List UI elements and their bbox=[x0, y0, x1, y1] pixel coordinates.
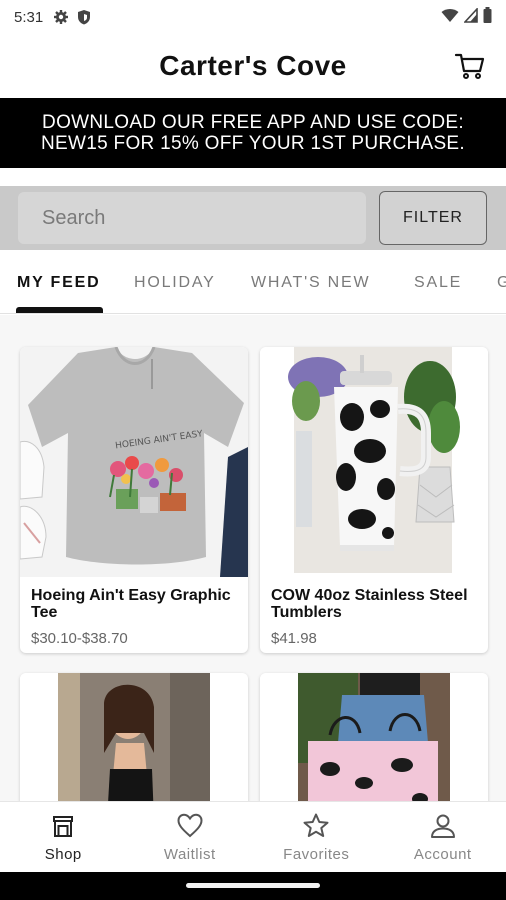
system-navigation-bar bbox=[0, 872, 506, 900]
heart-icon bbox=[176, 812, 204, 840]
product-name: Hoeing Ain't Easy Graphic Tee bbox=[31, 587, 231, 621]
category-tabs: MY FEED HOLIDAY WHAT'S NEW SALE G bbox=[0, 256, 506, 314]
tab-holiday[interactable]: HOLIDAY bbox=[134, 274, 216, 292]
product-grid: HOEING AIN'T EASY Hoeing Ain't Easy Grap… bbox=[0, 315, 506, 801]
product-card[interactable]: COW 40oz Stainless Steel Tumblers $41.98 bbox=[260, 347, 488, 653]
nav-account[interactable]: Account bbox=[380, 802, 506, 872]
filter-button[interactable]: FILTER bbox=[379, 191, 487, 245]
gear-icon bbox=[53, 9, 69, 25]
product-card[interactable] bbox=[20, 673, 248, 801]
product-price: $30.10-$38.70 bbox=[31, 630, 128, 647]
search-input[interactable]: Search bbox=[18, 192, 366, 244]
nav-shop[interactable]: Shop bbox=[0, 802, 127, 872]
promo-line-1: DOWNLOAD OUR FREE APP AND USE CODE: bbox=[42, 112, 464, 133]
shield-icon bbox=[77, 9, 91, 25]
product-card[interactable]: HOEING AIN'T EASY Hoeing Ain't Easy Grap… bbox=[20, 347, 248, 653]
search-bar: Search FILTER bbox=[0, 186, 506, 250]
nav-label: Account bbox=[413, 846, 472, 863]
promo-banner[interactable]: DOWNLOAD OUR FREE APP AND USE CODE: NEW1… bbox=[0, 98, 506, 168]
store-title: Carter's Cove bbox=[159, 50, 347, 81]
nav-label: Waitlist bbox=[163, 846, 216, 863]
star-icon bbox=[302, 812, 330, 840]
active-tab-indicator bbox=[16, 307, 103, 313]
signal-icon bbox=[463, 6, 478, 27]
product-image-model bbox=[20, 673, 248, 801]
tab-whats-new[interactable]: WHAT'S NEW bbox=[251, 274, 370, 292]
bottom-navigation: Shop Waitlist Favorites Account bbox=[0, 801, 506, 872]
product-image-tee: HOEING AIN'T EASY bbox=[20, 347, 248, 577]
wifi-icon bbox=[441, 8, 459, 27]
product-card[interactable] bbox=[260, 673, 488, 801]
nav-label: Shop bbox=[44, 846, 82, 863]
home-gesture-bar[interactable] bbox=[186, 883, 320, 888]
tab-my-feed[interactable]: MY FEED bbox=[17, 274, 100, 292]
nav-favorites[interactable]: Favorites bbox=[253, 802, 380, 872]
status-bar: 5:31 bbox=[0, 0, 506, 34]
app-header: Carter's Cove bbox=[0, 34, 506, 98]
product-image-tumbler bbox=[260, 347, 488, 577]
product-name: COW 40oz Stainless Steel Tumblers bbox=[271, 587, 468, 621]
nav-label: Favorites bbox=[283, 846, 350, 863]
tab-sale[interactable]: SALE bbox=[414, 274, 462, 292]
tab-partial[interactable]: G bbox=[497, 274, 506, 292]
battery-icon bbox=[483, 7, 492, 27]
product-price: $41.98 bbox=[271, 630, 317, 647]
cart-icon[interactable] bbox=[454, 50, 486, 82]
promo-line-2: NEW15 FOR 15% OFF YOUR 1ST PURCHASE. bbox=[41, 133, 465, 154]
nav-waitlist[interactable]: Waitlist bbox=[127, 802, 254, 872]
shop-icon bbox=[49, 812, 77, 840]
account-icon bbox=[429, 812, 457, 840]
status-time: 5:31 bbox=[14, 8, 44, 26]
product-image-bag bbox=[260, 673, 488, 801]
